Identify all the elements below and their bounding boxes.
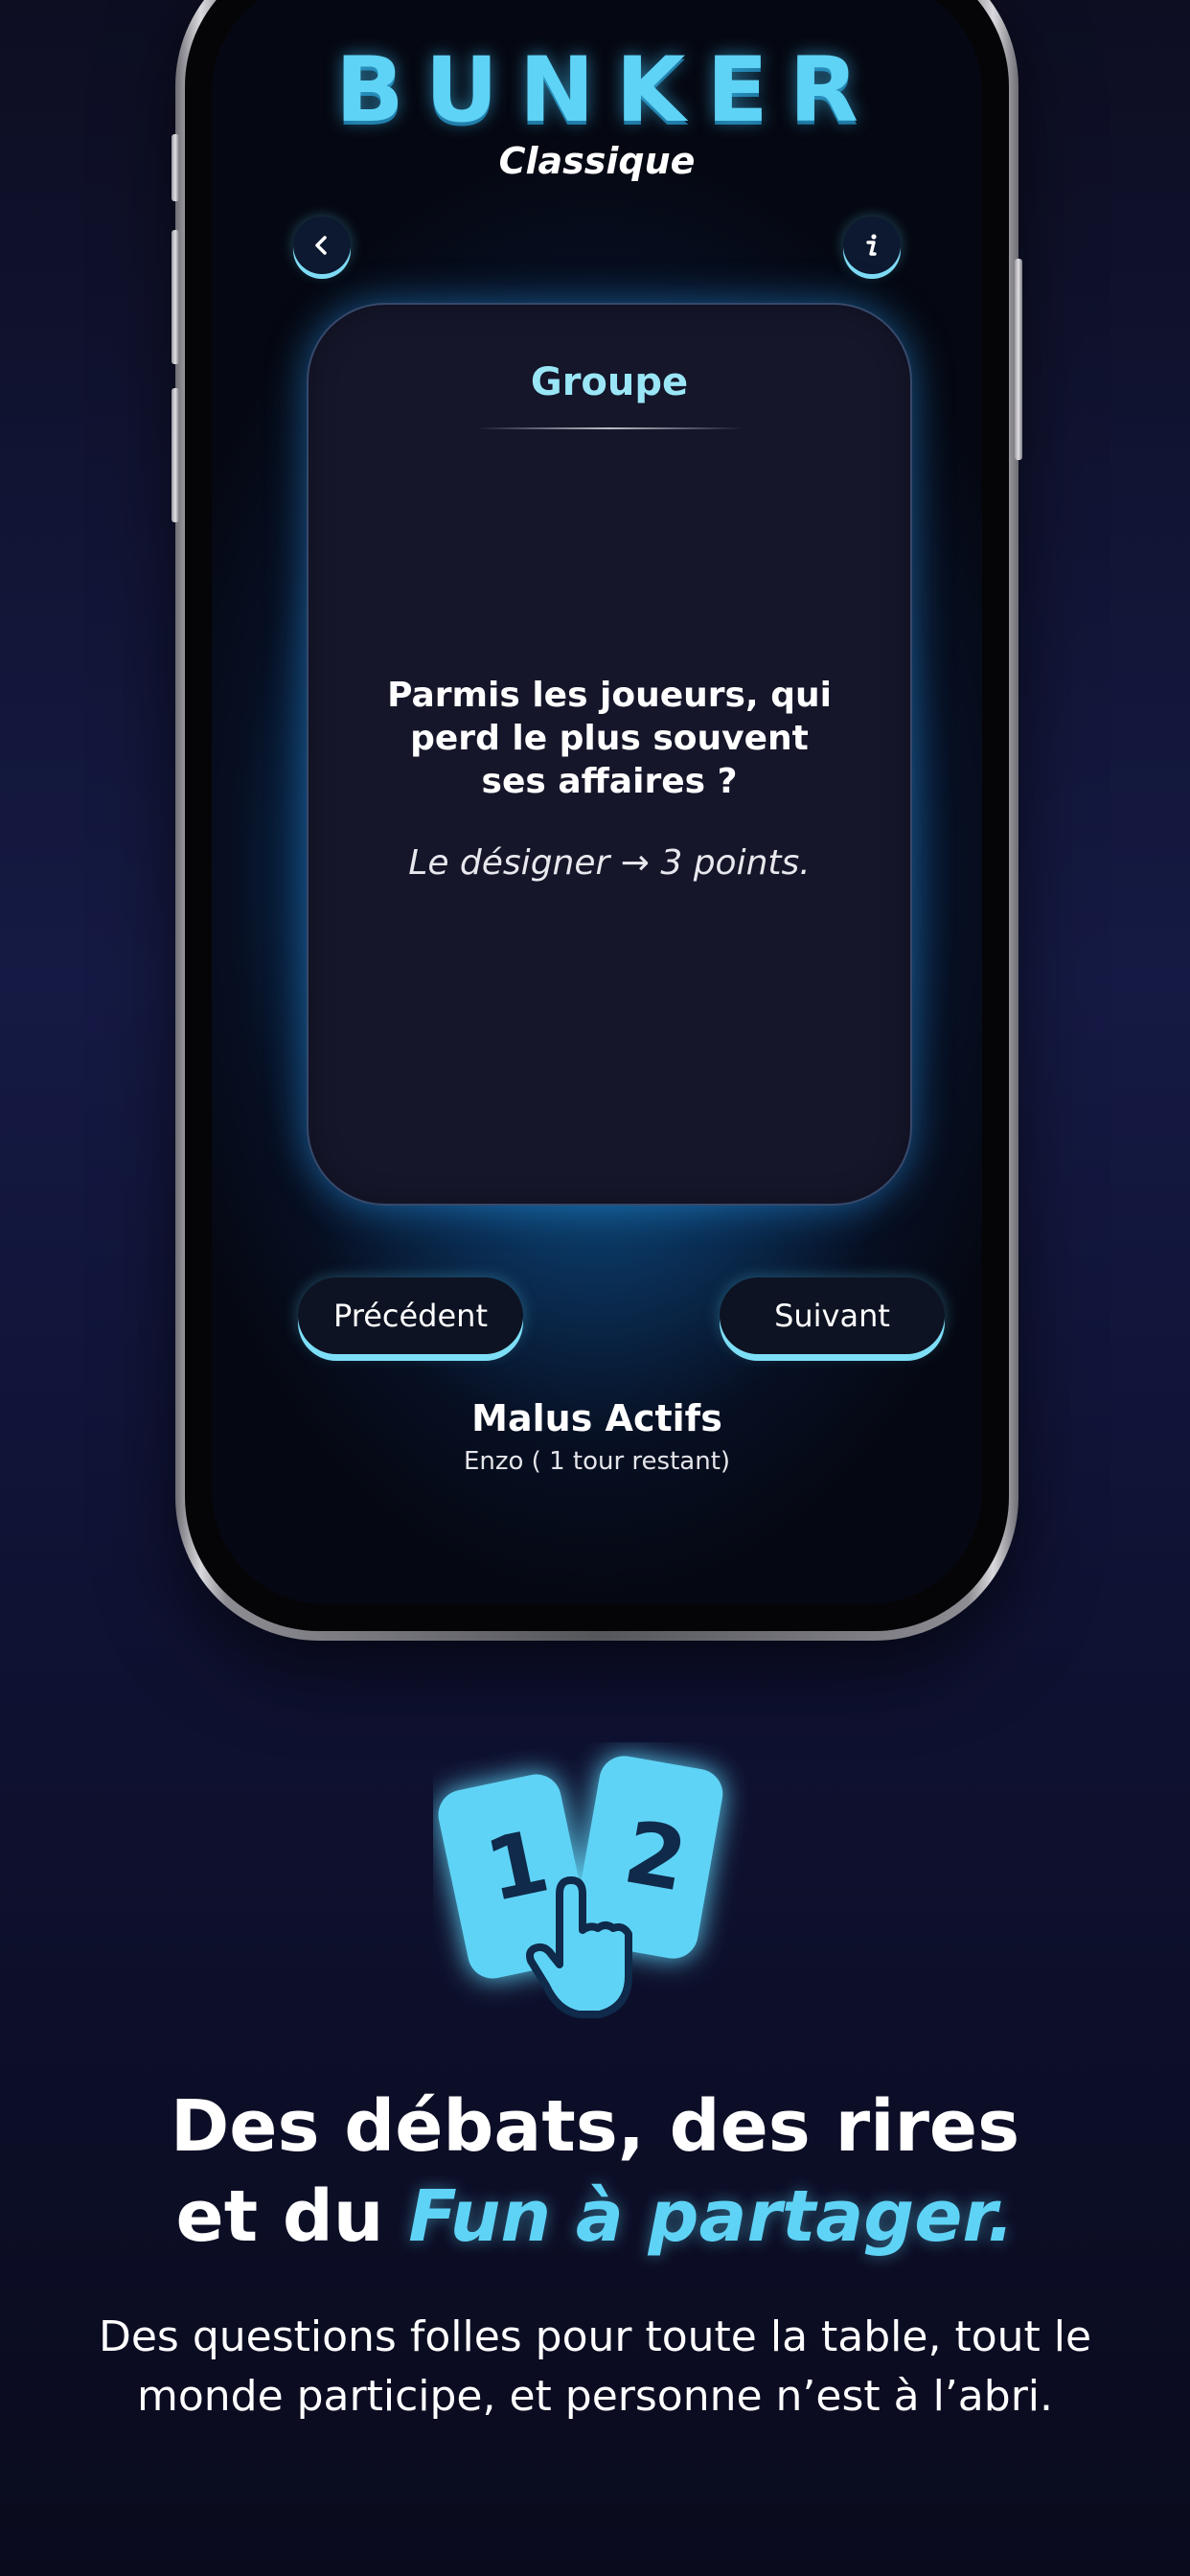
- headline-prefix: et du: [175, 2175, 409, 2258]
- app-screen: BUNKER Classique Groupe Parmis les joueu…: [212, 0, 982, 1604]
- card-rule: Le désigner → 3 points.: [408, 843, 811, 883]
- next-button[interactable]: Suivant: [720, 1277, 945, 1354]
- numbered-cards-tap-icon: 1 2: [438, 1756, 723, 2018]
- phone-action-button: [172, 134, 179, 201]
- game-mode-label: Classique: [498, 140, 696, 182]
- info-icon: [866, 234, 877, 256]
- headline-line-1: Des débats, des rires: [170, 2085, 1020, 2168]
- card-category: Groupe: [530, 360, 689, 404]
- phone-volume-up-button: [172, 230, 179, 364]
- phone-mockup: BUNKER Classique Groupe Parmis les joueu…: [172, 0, 1022, 1641]
- previous-button[interactable]: Précédent: [298, 1277, 523, 1354]
- card-question: Parmis les joueurs, qui perd le plus sou…: [387, 676, 832, 801]
- info-button[interactable]: [843, 217, 901, 274]
- phone-power-button: [1015, 259, 1022, 460]
- app-title: BUNKER: [334, 38, 881, 143]
- back-button[interactable]: [293, 217, 351, 274]
- card-divider: [476, 427, 743, 429]
- chevron-left-icon: [315, 236, 327, 255]
- headline-line-2: et du Fun à partager.: [0, 2172, 1190, 2262]
- active-malus-detail: Enzo ( 1 tour restant): [463, 1447, 731, 1476]
- headline-accent: Fun à partager.: [408, 2175, 1015, 2258]
- active-malus-title: Malus Actifs: [471, 1397, 722, 1439]
- app-logo: 1 2: [433, 1742, 759, 2049]
- promo-headline: Des débats, des rires et du Fun à partag…: [0, 2082, 1190, 2262]
- phone-volume-down-button: [172, 388, 179, 522]
- promo-description: Des questions folles pour toute la table…: [98, 2312, 1092, 2421]
- question-card: Groupe Parmis les joueurs, qui perd le p…: [307, 303, 912, 1206]
